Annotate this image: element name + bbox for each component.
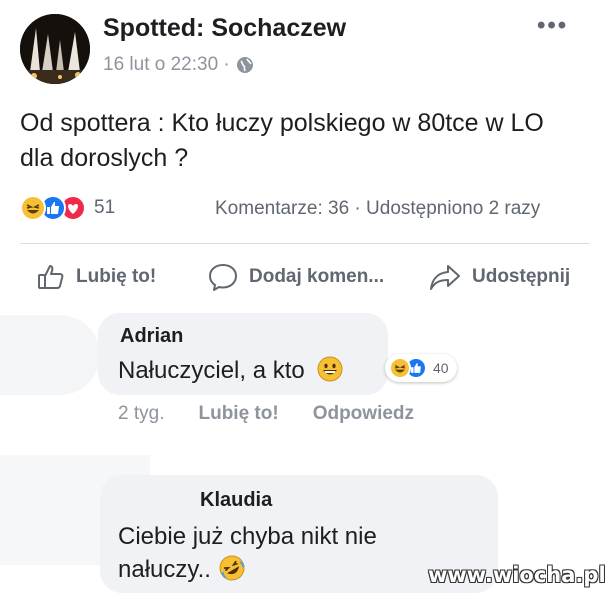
- comment-button[interactable]: Dodaj komen...: [207, 262, 384, 292]
- post-meta: 16 lut o 22:30 ·: [103, 54, 254, 76]
- comment-meta: 2 tyg. Lubię to! Odpowiedz: [118, 403, 414, 425]
- share-button[interactable]: Udostępnij: [428, 262, 570, 292]
- divider: [20, 243, 590, 244]
- comment-text-line-2: nałuczy..: [118, 553, 377, 586]
- comments-count[interactable]: Komentarze: 36: [215, 198, 349, 219]
- comment-reactions[interactable]: 40: [385, 354, 457, 382]
- page-name[interactable]: Spotted: Sochaczew: [103, 14, 346, 43]
- comment-time[interactable]: 2 tyg.: [118, 403, 164, 425]
- grinning-emoji-icon: [317, 356, 343, 382]
- comment-reaction-count: 40: [433, 360, 449, 376]
- stats-separator: ·: [354, 198, 361, 219]
- comment-text: Ciebie już chyba nikt nie nałuczy..: [118, 520, 377, 586]
- comment-text-content: Nałuczyciel, a kto: [118, 357, 305, 384]
- haha-reaction-icon: [389, 357, 411, 379]
- post-text-line: Od spottera : Kto łuczy polskiego w 80tc…: [20, 109, 544, 137]
- page-avatar[interactable]: [20, 14, 90, 84]
- avatar-image: [20, 14, 90, 84]
- comment-text: Nałuczyciel, a kto: [118, 356, 343, 385]
- globe-icon: [236, 57, 253, 73]
- rolling-laughing-emoji-icon: [219, 555, 245, 581]
- post-stats: Komentarze: 36 · Udostępniono 2 razy: [215, 198, 540, 220]
- action-bar: Lubię to! Dodaj komen... Udostępnij: [0, 262, 610, 302]
- comment-reply-button[interactable]: Odpowiedz: [313, 403, 414, 425]
- thumbs-up-icon: [38, 265, 64, 289]
- comment-bubble-icon: [209, 264, 237, 291]
- comment-like-button[interactable]: Lubię to!: [198, 403, 278, 425]
- comment-text-line: Ciebie już chyba nikt nie: [118, 523, 377, 550]
- comment-label: Dodaj komen...: [249, 266, 385, 287]
- reactions-summary[interactable]: 51: [20, 195, 115, 221]
- reaction-count: 51: [94, 197, 116, 218]
- commenter-avatar-blurred: [0, 315, 100, 395]
- post-text-line: dla doroslych ?: [20, 144, 189, 172]
- share-label: Udostępnij: [472, 266, 571, 287]
- like-label: Lubię to!: [76, 266, 157, 287]
- shares-count[interactable]: Udostępniono 2 razy: [366, 198, 540, 219]
- more-options-icon[interactable]: •••: [537, 12, 568, 40]
- watermark: www.wiocha.pl: [428, 563, 606, 587]
- post-text: Od spottera : Kto łuczy polskiego w 80tc…: [20, 106, 590, 176]
- comment-author[interactable]: Adrian: [120, 325, 183, 348]
- haha-reaction-icon: [20, 195, 46, 221]
- comment-author[interactable]: Klaudia: [200, 489, 272, 512]
- like-button[interactable]: Lubię to!: [36, 262, 156, 292]
- post-timestamp[interactable]: 16 lut o 22:30 ·: [103, 54, 230, 76]
- share-arrow-icon: [430, 265, 460, 290]
- comment-text-content: nałuczy..: [118, 556, 211, 583]
